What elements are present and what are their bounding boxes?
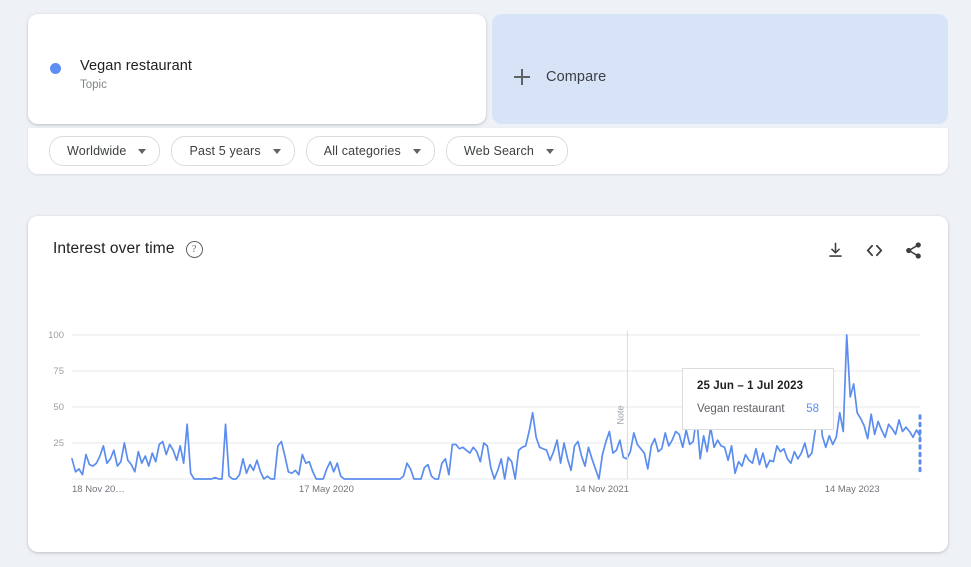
chevron-down-icon [138, 148, 147, 154]
x-axis-tick-label: 14 May 2023 [825, 484, 880, 495]
search-term-name: Vegan restaurant [80, 58, 193, 74]
y-axis-tick-label: 25 [53, 438, 64, 449]
chevron-down-icon [272, 148, 281, 154]
chevron-down-icon [545, 148, 554, 154]
x-axis-tick-label: 14 Nov 2021 [575, 484, 629, 495]
filter-bar: Worldwide Past 5 years All categories We… [28, 128, 948, 174]
google-trends-page: Vegan restaurant Topic Compare Worldwide… [0, 0, 971, 567]
filter-category-label: All categories [323, 144, 401, 158]
y-axis-tick-label: 100 [48, 330, 64, 341]
filter-location[interactable]: Worldwide [49, 136, 161, 166]
chart-tooltip: 25 Jun – 1 Jul 2023 Vegan restaurant 58 [682, 368, 834, 430]
compare-label: Compare [546, 69, 607, 85]
filter-category[interactable]: All categories [305, 136, 435, 166]
filter-search-type[interactable]: Web Search [445, 136, 568, 166]
filter-search-type-label: Web Search [463, 144, 534, 158]
tooltip-date-range: 25 Jun – 1 Jul 2023 [697, 380, 804, 392]
filter-time-range[interactable]: Past 5 years [171, 136, 295, 166]
search-term-content: Vegan restaurant Topic [50, 58, 192, 93]
search-term-type: Topic [80, 79, 107, 91]
tooltip-series-name: Vegan restaurant [697, 403, 785, 415]
note-marker-label: Note [615, 405, 625, 424]
compare-content: Compare [514, 69, 606, 85]
tooltip-value: 58 [806, 403, 819, 415]
series-color-dot [50, 63, 61, 74]
compare-card[interactable]: Compare [492, 14, 948, 124]
tooltip-series-row: Vegan restaurant 58 [697, 403, 819, 415]
search-term-card[interactable]: Vegan restaurant Topic [28, 14, 486, 124]
y-axis-tick-label: 50 [53, 402, 64, 413]
filter-location-label: Worldwide [67, 144, 127, 158]
plus-icon [514, 69, 530, 85]
x-axis-tick-label: 18 Nov 20… [72, 484, 125, 495]
search-terms-row: Vegan restaurant Topic Compare [28, 14, 948, 124]
y-axis-tick-label: 75 [53, 366, 64, 377]
x-axis-tick-label: 17 May 2020 [299, 484, 354, 495]
filter-time-range-label: Past 5 years [189, 144, 261, 158]
chevron-down-icon [412, 148, 421, 154]
search-term-text: Vegan restaurant Topic [80, 58, 192, 93]
